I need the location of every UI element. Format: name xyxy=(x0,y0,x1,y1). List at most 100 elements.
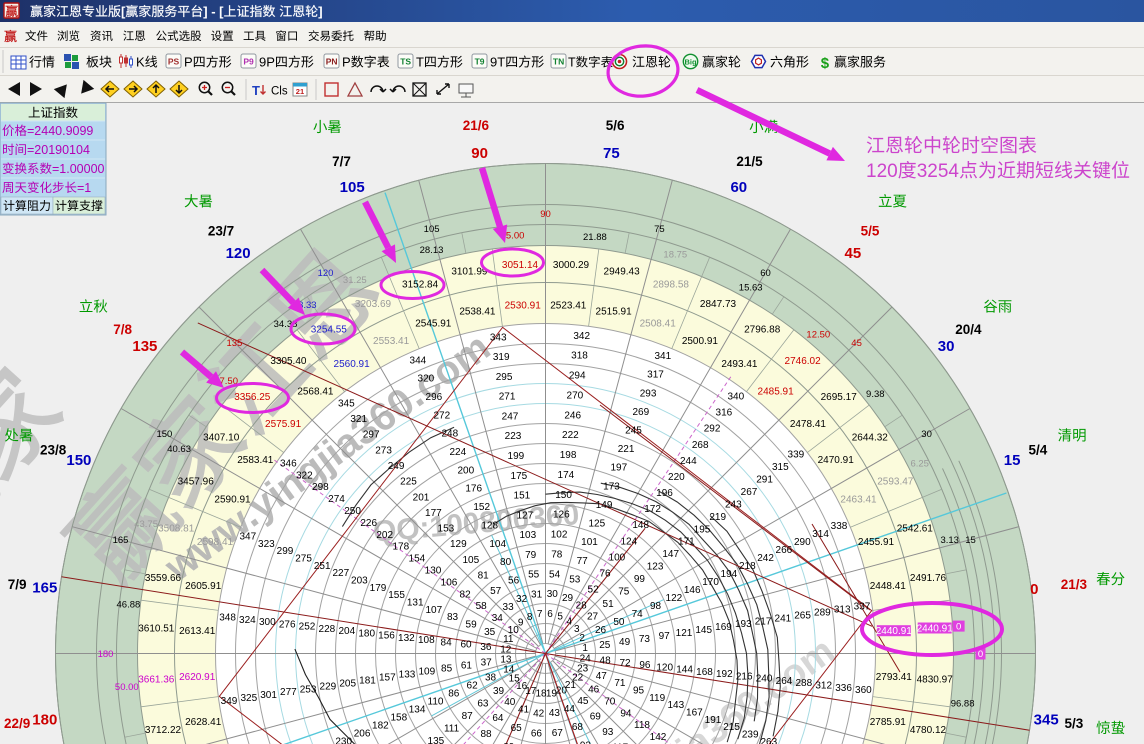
svg-text:15: 15 xyxy=(1004,452,1021,469)
svg-text:40: 40 xyxy=(504,697,516,708)
svg-text:241: 241 xyxy=(775,613,792,624)
svg-text:21: 21 xyxy=(296,87,304,96)
svg-text:28.13: 28.13 xyxy=(420,245,444,256)
svg-text:=2440.9099: =2440.9099 xyxy=(27,124,93,138)
svg-text:T: T xyxy=(416,55,424,70)
svg-text:2545.91: 2545.91 xyxy=(415,319,452,330)
svg-text:60: 60 xyxy=(730,179,747,196)
svg-text:56: 56 xyxy=(508,575,520,586)
svg-text:165: 165 xyxy=(32,580,57,597)
svg-text:2695.17: 2695.17 xyxy=(821,392,858,403)
svg-text:171: 171 xyxy=(678,537,695,548)
svg-text:23/7: 23/7 xyxy=(208,224,234,239)
svg-text:3051.14: 3051.14 xyxy=(502,260,539,271)
svg-text:201: 201 xyxy=(413,492,430,503)
svg-text:96.88: 96.88 xyxy=(951,698,975,709)
svg-text:79: 79 xyxy=(525,550,537,561)
svg-text:2500.91: 2500.91 xyxy=(682,336,719,347)
svg-text:192: 192 xyxy=(716,669,733,680)
svg-text:152: 152 xyxy=(473,502,490,513)
svg-text:150: 150 xyxy=(66,452,91,469)
svg-text:298: 298 xyxy=(312,482,329,493)
svg-text:153: 153 xyxy=(438,524,455,535)
svg-text:39: 39 xyxy=(493,686,505,697)
svg-text:87: 87 xyxy=(462,711,474,722)
svg-text:0: 0 xyxy=(978,649,983,660)
svg-text:23: 23 xyxy=(577,664,589,675)
svg-text:2455.91: 2455.91 xyxy=(858,537,895,548)
svg-text:47: 47 xyxy=(596,671,608,682)
svg-text:2796.88: 2796.88 xyxy=(744,325,781,336)
svg-text:149: 149 xyxy=(596,500,613,511)
svg-text:120: 120 xyxy=(656,662,673,673)
svg-text:9T: 9T xyxy=(490,55,505,70)
svg-text:2583.41: 2583.41 xyxy=(237,455,274,466)
svg-text:130: 130 xyxy=(425,566,442,577)
svg-text:246: 246 xyxy=(564,410,581,421)
svg-text:198: 198 xyxy=(560,450,577,461)
svg-text:108: 108 xyxy=(418,635,435,646)
svg-text:174: 174 xyxy=(558,470,575,481)
svg-text:96: 96 xyxy=(639,660,651,671)
svg-text:323: 323 xyxy=(258,539,275,550)
svg-text:7/8: 7/8 xyxy=(113,322,132,337)
svg-text:3.13: 3.13 xyxy=(940,535,959,546)
svg-text:109: 109 xyxy=(418,667,435,678)
svg-text:2538.41: 2538.41 xyxy=(459,307,496,318)
svg-text:158: 158 xyxy=(390,713,407,724)
svg-text:31: 31 xyxy=(531,590,543,601)
svg-text:51: 51 xyxy=(603,599,615,610)
svg-text:206: 206 xyxy=(354,729,371,740)
svg-text:2470.91: 2470.91 xyxy=(818,455,855,466)
svg-text:143: 143 xyxy=(667,700,684,711)
svg-text:21/6: 21/6 xyxy=(463,118,490,133)
svg-text:269: 269 xyxy=(632,407,649,418)
svg-text:2575.91: 2575.91 xyxy=(265,419,302,430)
svg-text:86: 86 xyxy=(448,689,460,700)
svg-text:2530.91: 2530.91 xyxy=(505,301,542,312)
svg-text:3712.22: 3712.22 xyxy=(145,725,182,736)
svg-text:1: 1 xyxy=(582,643,588,654)
svg-text:44: 44 xyxy=(564,704,576,715)
svg-text:21/3: 21/3 xyxy=(1061,577,1088,592)
svg-text:121: 121 xyxy=(676,628,693,639)
svg-text:76: 76 xyxy=(599,568,611,579)
svg-text:24: 24 xyxy=(580,653,592,664)
svg-text:99: 99 xyxy=(634,574,646,585)
svg-text:9.38: 9.38 xyxy=(866,389,885,400)
svg-text:154: 154 xyxy=(409,554,426,565)
svg-text:59: 59 xyxy=(466,620,478,631)
svg-text:102: 102 xyxy=(551,530,568,541)
svg-text:2593.47: 2593.47 xyxy=(877,477,914,488)
svg-text:340: 340 xyxy=(727,392,744,403)
svg-text:78: 78 xyxy=(551,549,563,560)
svg-text:181: 181 xyxy=(359,675,376,686)
svg-text:7/7: 7/7 xyxy=(332,154,351,169)
svg-text:41: 41 xyxy=(518,705,530,716)
svg-text:124: 124 xyxy=(620,536,637,547)
svg-text:2448.41: 2448.41 xyxy=(870,581,907,592)
svg-text:36: 36 xyxy=(480,642,492,653)
svg-text:93: 93 xyxy=(602,727,614,738)
svg-text:58: 58 xyxy=(476,601,488,612)
svg-text:222: 222 xyxy=(562,430,579,441)
svg-text:316: 316 xyxy=(716,408,733,419)
svg-text:147: 147 xyxy=(662,549,679,560)
svg-text:315: 315 xyxy=(772,462,789,473)
svg-text:247: 247 xyxy=(502,411,519,422)
svg-text:3254: 3254 xyxy=(917,161,960,182)
svg-text:0: 0 xyxy=(1030,581,1038,598)
svg-text:343: 343 xyxy=(490,332,507,343)
svg-text:55: 55 xyxy=(528,570,540,581)
svg-text:250: 250 xyxy=(344,506,361,517)
svg-text:97: 97 xyxy=(659,631,671,642)
svg-text:42: 42 xyxy=(533,708,545,719)
svg-text:34: 34 xyxy=(492,613,504,624)
svg-text:165: 165 xyxy=(113,535,129,546)
svg-text:3407.10: 3407.10 xyxy=(203,432,240,443)
svg-text:134: 134 xyxy=(409,705,426,716)
svg-text:72: 72 xyxy=(619,658,631,669)
svg-text:2613.41: 2613.41 xyxy=(179,626,216,637)
svg-text:3: 3 xyxy=(574,624,580,635)
svg-text:70: 70 xyxy=(604,696,616,707)
